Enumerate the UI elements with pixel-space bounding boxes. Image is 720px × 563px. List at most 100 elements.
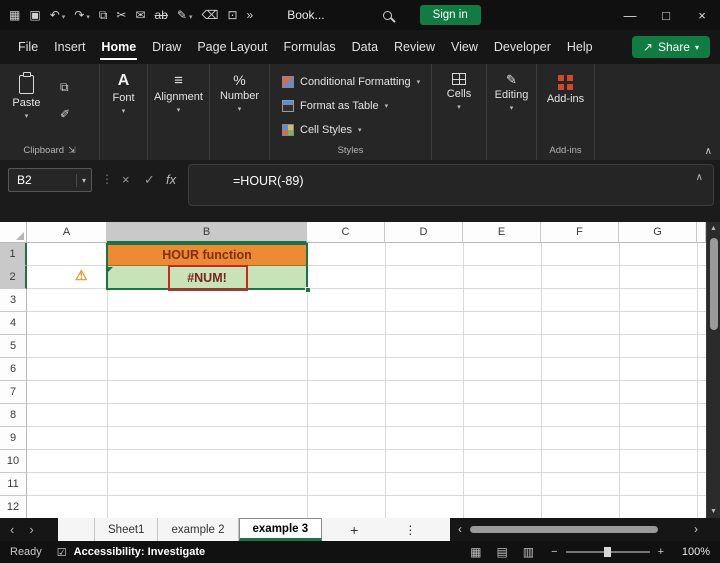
row-header-8[interactable]: 8: [0, 404, 27, 427]
scroll-up-icon[interactable]: ▲: [707, 225, 720, 232]
share-button[interactable]: ↗ Share ▾: [631, 36, 710, 58]
cells-area[interactable]: HOUR function #NUM! ⚠: [27, 243, 706, 519]
undo-button[interactable]: ↶ ▾: [50, 9, 66, 21]
scroll-down-icon[interactable]: ▼: [707, 508, 720, 515]
alignment-button[interactable]: ≡ Alignment ▾: [148, 73, 209, 114]
page-layout-view-icon[interactable]: ▤: [496, 546, 507, 558]
zoom-out-button[interactable]: −: [551, 546, 557, 558]
vertical-scroll-thumb[interactable]: [710, 238, 718, 330]
app-launcher-icon[interactable]: ▦: [9, 9, 20, 21]
hscroll-left-icon[interactable]: ‹: [458, 522, 462, 536]
previous-sheet-icon[interactable]: ‹: [10, 522, 14, 537]
paste-dropdown-icon[interactable]: ▾: [25, 112, 29, 120]
zoom-level[interactable]: 100%: [676, 546, 710, 558]
column-header-g[interactable]: G: [619, 222, 697, 243]
column-header-b[interactable]: B: [107, 222, 307, 243]
close-button[interactable]: ×: [684, 0, 720, 30]
strikethrough-icon[interactable]: ab: [155, 9, 168, 21]
tab-review[interactable]: Review: [386, 31, 443, 63]
row-header-1[interactable]: 1: [0, 243, 27, 266]
cells-button[interactable]: Cells ▾: [432, 73, 486, 111]
accessibility-check-icon[interactable]: ☑: [57, 546, 67, 559]
row-header-10[interactable]: 10: [0, 450, 27, 473]
tab-home[interactable]: Home: [93, 31, 144, 63]
mail-icon[interactable]: ✉: [135, 9, 145, 21]
eraser-icon[interactable]: ⌫: [201, 9, 218, 21]
zoom-in-button[interactable]: +: [658, 546, 664, 558]
number-dropdown-icon[interactable]: ▾: [238, 105, 242, 113]
column-header-a[interactable]: A: [27, 222, 107, 243]
clipboard-dialog-launcher-icon[interactable]: ⇲: [68, 145, 76, 156]
tab-draw[interactable]: Draw: [144, 31, 189, 63]
sheet-list-menu-icon[interactable]: ⋮: [404, 523, 416, 537]
confirm-entry-icon[interactable]: ✓: [144, 173, 155, 186]
name-box[interactable]: B2 ▾: [8, 168, 92, 192]
row-header-11[interactable]: 11: [0, 473, 27, 496]
redo-dropdown-icon[interactable]: ▾: [86, 14, 90, 21]
row-header-7[interactable]: 7: [0, 381, 27, 404]
accessibility-status[interactable]: Accessibility: Investigate: [74, 546, 205, 558]
tab-data[interactable]: Data: [344, 31, 386, 63]
toolbar-overflow-icon[interactable]: »: [247, 9, 254, 21]
minimize-button[interactable]: —: [612, 0, 648, 30]
tab-view[interactable]: View: [443, 31, 486, 63]
column-header-e[interactable]: E: [463, 222, 541, 243]
search-icon[interactable]: [382, 10, 392, 20]
cell-b1[interactable]: HOUR function: [107, 243, 307, 266]
alignment-dropdown-icon[interactable]: ▾: [177, 106, 181, 114]
collapse-ribbon-icon[interactable]: ∧: [705, 146, 712, 157]
tab-insert[interactable]: Insert: [46, 31, 93, 63]
editing-dropdown-icon[interactable]: ▾: [510, 104, 514, 112]
number-button[interactable]: % Number ▾: [210, 73, 269, 113]
row-header-12[interactable]: 12: [0, 496, 27, 519]
tab-developer[interactable]: Developer: [486, 31, 559, 63]
insert-function-icon[interactable]: fx: [166, 173, 176, 186]
editing-button[interactable]: ✎ Editing ▾: [487, 73, 536, 112]
redo-button[interactable]: ↷ ▾: [74, 9, 90, 21]
undo-dropdown-icon[interactable]: ▾: [62, 14, 66, 21]
row-header-2[interactable]: 2: [0, 266, 27, 289]
column-header-f[interactable]: F: [541, 222, 619, 243]
vertical-scrollbar[interactable]: ▲ ▼: [706, 222, 720, 518]
pen-dropdown-icon[interactable]: ▾: [189, 14, 193, 21]
new-sheet-button[interactable]: +: [350, 522, 358, 538]
save-icon[interactable]: ▣: [29, 9, 40, 21]
row-header-5[interactable]: 5: [0, 335, 27, 358]
column-header-c[interactable]: C: [307, 222, 385, 243]
sheet-tab-example-2[interactable]: example 2: [158, 518, 239, 541]
draw-button[interactable]: ✎ ▾: [177, 9, 193, 21]
tab-help[interactable]: Help: [559, 31, 601, 63]
normal-view-icon[interactable]: ▦: [470, 546, 481, 558]
cut-icon[interactable]: ✂: [116, 9, 126, 21]
format-painter-icon[interactable]: ✐: [60, 107, 70, 121]
font-dropdown-icon[interactable]: ▾: [122, 107, 126, 115]
error-options-button[interactable]: ⚠: [75, 268, 88, 282]
fill-handle[interactable]: [305, 287, 311, 293]
hscroll-right-icon[interactable]: ›: [694, 522, 698, 536]
tab-page-layout[interactable]: Page Layout: [189, 31, 275, 63]
tab-formulas[interactable]: Formulas: [276, 31, 344, 63]
cells-dropdown-icon[interactable]: ▾: [457, 103, 461, 111]
expand-formula-bar-icon[interactable]: ∧: [696, 172, 703, 183]
camera-icon[interactable]: ⊡: [227, 9, 237, 21]
sign-in-button[interactable]: Sign in: [419, 5, 481, 25]
clipboard-icon[interactable]: ⧉: [99, 9, 108, 21]
select-all-button[interactable]: [0, 222, 27, 243]
addins-button[interactable]: Add-ins: [537, 73, 594, 105]
tab-file[interactable]: File: [10, 31, 46, 63]
name-box-dropdown-icon[interactable]: ▾: [75, 173, 91, 187]
conditional-formatting-button[interactable]: Conditional Formatting ▾: [282, 72, 420, 92]
cell-styles-button[interactable]: Cell Styles ▾: [282, 120, 361, 140]
row-header-9[interactable]: 9: [0, 427, 27, 450]
row-header-4[interactable]: 4: [0, 312, 27, 335]
zoom-slider[interactable]: [565, 547, 650, 557]
page-break-view-icon[interactable]: ▥: [523, 546, 534, 558]
cancel-entry-icon[interactable]: ×: [122, 173, 130, 186]
row-header-3[interactable]: 3: [0, 289, 27, 312]
column-header-d[interactable]: D: [385, 222, 463, 243]
copy-icon[interactable]: ⧉: [60, 80, 70, 95]
paste-button[interactable]: Paste ▾: [2, 72, 51, 120]
formula-input[interactable]: =HOUR(-89) ∧: [188, 164, 714, 206]
maximize-button[interactable]: □: [648, 0, 684, 30]
next-sheet-icon[interactable]: ›: [29, 522, 33, 537]
